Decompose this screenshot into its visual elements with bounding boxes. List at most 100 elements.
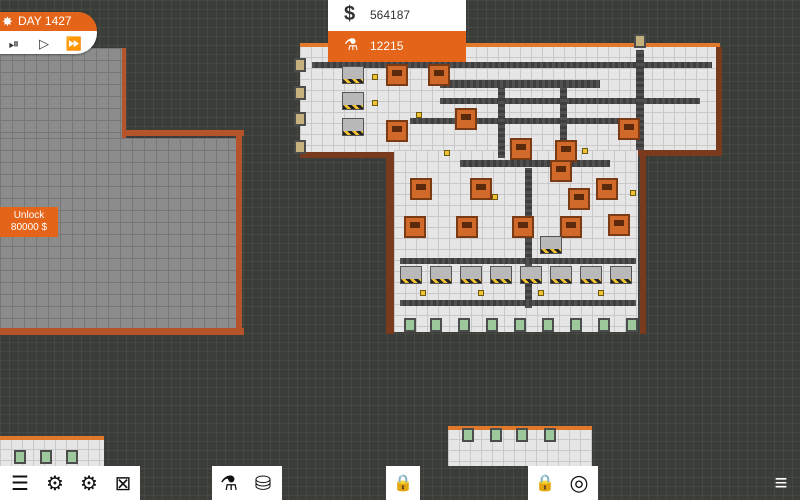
output-port[interactable] bbox=[462, 428, 474, 442]
machine[interactable] bbox=[510, 138, 532, 160]
assembler[interactable] bbox=[540, 236, 562, 254]
machine[interactable] bbox=[470, 178, 492, 200]
machine[interactable] bbox=[550, 160, 572, 182]
locked-area[interactable] bbox=[0, 48, 122, 138]
output-port[interactable] bbox=[490, 428, 502, 442]
machine[interactable] bbox=[555, 140, 577, 162]
day-panel: ✸ DAY 1427 ⏯ ▷ ⏩ bbox=[0, 12, 97, 54]
conveyor-belt[interactable] bbox=[410, 118, 640, 124]
unlock-area-button[interactable]: Unlock 80000 $ bbox=[0, 207, 58, 237]
assembler[interactable] bbox=[342, 92, 364, 110]
output-port[interactable] bbox=[542, 318, 554, 332]
machine[interactable] bbox=[560, 216, 582, 238]
machine[interactable] bbox=[410, 178, 432, 200]
machine[interactable] bbox=[512, 216, 534, 238]
input-port[interactable] bbox=[294, 86, 306, 100]
pause-play-button[interactable]: ⏯ bbox=[3, 36, 25, 52]
locked-area-edge bbox=[122, 48, 126, 138]
output-port[interactable] bbox=[486, 318, 498, 332]
machine[interactable] bbox=[428, 64, 450, 86]
assembler[interactable] bbox=[520, 266, 542, 284]
machine[interactable] bbox=[596, 178, 618, 200]
conveyor-belt[interactable] bbox=[440, 98, 700, 104]
factory-wall bbox=[386, 152, 394, 334]
input-port[interactable] bbox=[294, 140, 306, 154]
assembler[interactable] bbox=[580, 266, 602, 284]
output-port[interactable] bbox=[626, 318, 638, 332]
money-value: 564187 bbox=[370, 8, 411, 22]
assembler[interactable] bbox=[342, 118, 364, 136]
machine[interactable] bbox=[568, 188, 590, 210]
assembler[interactable] bbox=[430, 266, 452, 284]
conveyor-belt[interactable] bbox=[400, 258, 636, 264]
menu-icon[interactable]: ≡ bbox=[766, 466, 796, 500]
robot-arm[interactable] bbox=[492, 194, 498, 200]
robot-arm[interactable] bbox=[478, 290, 484, 296]
target-icon[interactable]: ◎ bbox=[564, 466, 594, 500]
gears-icon[interactable]: ⚙ bbox=[74, 466, 104, 500]
robot-arm[interactable] bbox=[444, 150, 450, 156]
resources-panel: $ 564187 ⚗ 12215 bbox=[328, 0, 466, 62]
toolbar-group-lock: 🔒 bbox=[386, 466, 420, 500]
assembler[interactable] bbox=[400, 266, 422, 284]
assembler[interactable] bbox=[550, 266, 572, 284]
fast-forward-button[interactable]: ⏩ bbox=[63, 36, 85, 52]
output-port[interactable] bbox=[598, 318, 610, 332]
output-port[interactable] bbox=[514, 318, 526, 332]
output-port[interactable] bbox=[404, 318, 416, 332]
research-icon[interactable]: ⚗ bbox=[214, 466, 244, 500]
robot-arm[interactable] bbox=[538, 290, 544, 296]
output-port[interactable] bbox=[430, 318, 442, 332]
machine[interactable] bbox=[455, 108, 477, 130]
unlock-label: Unlock bbox=[13, 210, 45, 221]
conveyor-belt[interactable] bbox=[312, 62, 712, 68]
output-port[interactable] bbox=[544, 428, 556, 442]
robot-arm[interactable] bbox=[372, 74, 378, 80]
settings-icon[interactable]: ⚙ bbox=[40, 466, 70, 500]
robot-arm[interactable] bbox=[420, 290, 426, 296]
robot-arm[interactable] bbox=[630, 190, 636, 196]
bottom-toolbar: ☰ ⚙ ⚙ ⊠ ⚗ ⛁ 🔒 🔒 ◎ ≡ bbox=[0, 466, 800, 500]
machine[interactable] bbox=[618, 118, 640, 140]
machine[interactable] bbox=[386, 120, 408, 142]
machine[interactable] bbox=[608, 214, 630, 236]
assembler[interactable] bbox=[490, 266, 512, 284]
conveyor-belt[interactable] bbox=[460, 160, 610, 167]
lock-icon[interactable]: 🔒 bbox=[388, 466, 418, 500]
play-button[interactable]: ▷ bbox=[33, 36, 55, 52]
conveyor-belt[interactable] bbox=[400, 300, 636, 306]
robot-arm[interactable] bbox=[372, 100, 378, 106]
input-port[interactable] bbox=[294, 112, 306, 126]
flask-icon: ⚗ bbox=[344, 37, 359, 54]
output-port[interactable] bbox=[458, 318, 470, 332]
output-port[interactable] bbox=[40, 450, 52, 464]
factory-wall bbox=[716, 47, 722, 156]
robot-arm[interactable] bbox=[598, 290, 604, 296]
output-port[interactable] bbox=[516, 428, 528, 442]
grid-icon[interactable]: ⊠ bbox=[108, 466, 138, 500]
layers-icon[interactable]: ☰ bbox=[5, 466, 35, 500]
game-world[interactable] bbox=[0, 0, 800, 500]
robot-arm[interactable] bbox=[416, 112, 422, 118]
robot-arm[interactable] bbox=[582, 148, 588, 154]
toolbar-group-left: ☰ ⚙ ⚙ ⊠ bbox=[0, 466, 140, 500]
factory-wall bbox=[0, 436, 104, 440]
factory-wall bbox=[638, 150, 720, 156]
database-icon[interactable]: ⛁ bbox=[248, 466, 278, 500]
lock-icon[interactable]: 🔒 bbox=[530, 466, 560, 500]
output-port[interactable] bbox=[14, 450, 26, 464]
conveyor-belt[interactable] bbox=[440, 80, 600, 88]
assembler[interactable] bbox=[460, 266, 482, 284]
machine[interactable] bbox=[456, 216, 478, 238]
output-port[interactable] bbox=[570, 318, 582, 332]
output-port[interactable] bbox=[66, 450, 78, 464]
assembler[interactable] bbox=[610, 266, 632, 284]
assembler[interactable] bbox=[342, 66, 364, 84]
dollar-icon: $ bbox=[344, 3, 356, 25]
machine[interactable] bbox=[386, 64, 408, 86]
input-port[interactable] bbox=[634, 34, 646, 48]
input-port[interactable] bbox=[294, 58, 306, 72]
machine[interactable] bbox=[404, 216, 426, 238]
conveyor-belt[interactable] bbox=[498, 88, 505, 158]
conveyor-belt[interactable] bbox=[525, 168, 532, 308]
